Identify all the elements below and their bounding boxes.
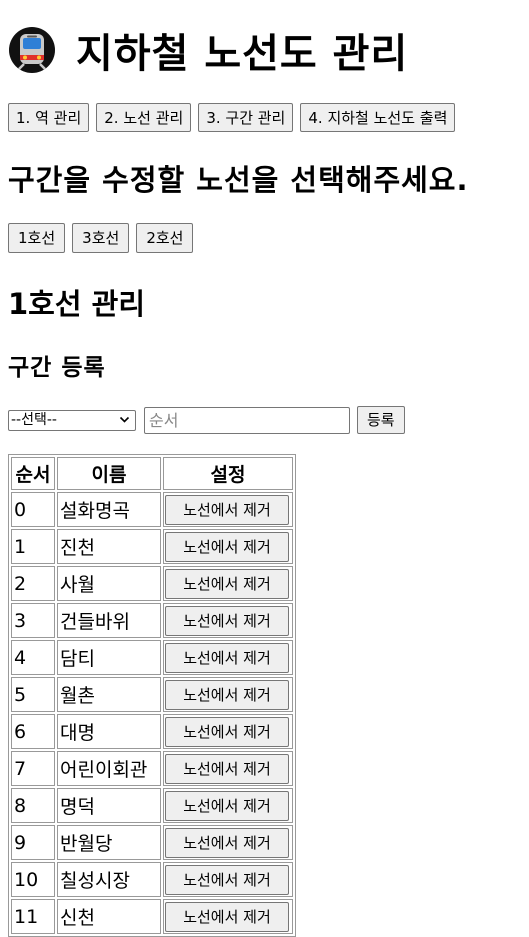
table-body: 0 설화명곡 노선에서 제거 1 진천 노선에서 제거 2 사월 노선에서 제거 3 건들바위 노선에…	[11, 492, 293, 934]
station-select-value: --선택--	[11, 411, 57, 428]
column-header-name: 이름	[57, 457, 161, 490]
row-station-name: 명덕	[57, 788, 161, 823]
main-menu: 1. 역 관리 2. 노선 관리 3. 구간 관리 4. 지하철 노선도 출력	[8, 103, 523, 132]
row-action-cell: 노선에서 제거	[163, 492, 293, 527]
remove-from-line-button[interactable]: 노선에서 제거	[165, 716, 289, 747]
table-row: 8 명덕 노선에서 제거	[11, 788, 293, 823]
row-action-cell: 노선에서 제거	[163, 603, 293, 638]
remove-from-line-button[interactable]: 노선에서 제거	[165, 494, 289, 525]
row-order: 9	[11, 825, 55, 860]
row-order: 7	[11, 751, 55, 786]
line-manage-button[interactable]: 2. 노선 관리	[96, 103, 192, 132]
row-station-name: 월촌	[57, 677, 161, 712]
remove-from-line-button[interactable]: 노선에서 제거	[165, 568, 289, 599]
row-action-cell: 노선에서 제거	[163, 566, 293, 601]
row-order: 2	[11, 566, 55, 601]
page-title: 지하철 노선도 관리	[76, 31, 409, 77]
remove-from-line-button[interactable]: 노선에서 제거	[165, 531, 289, 562]
row-station-name: 진천	[57, 529, 161, 564]
header: 지하철 노선도 관리	[8, 0, 523, 100]
table-row: 9 반월당 노선에서 제거	[11, 825, 293, 860]
remove-from-line-button[interactable]: 노선에서 제거	[165, 864, 289, 895]
line-selector: 1호선 3호선 2호선	[8, 223, 523, 253]
section-manage-button[interactable]: 3. 구간 관리	[198, 103, 294, 132]
page: 지하철 노선도 관리 1. 역 관리 2. 노선 관리 3. 구간 관리 4. …	[8, 0, 523, 937]
row-action-cell: 노선에서 제거	[163, 862, 293, 897]
table-row: 10 칠성시장 노선에서 제거	[11, 862, 293, 897]
train-icon	[8, 26, 56, 74]
section-register-heading: 구간 등록	[8, 355, 106, 381]
line-button-2[interactable]: 2호선	[136, 223, 194, 253]
table-row: 3 건들바위 노선에서 제거	[11, 603, 293, 638]
line-manage-heading: 1호선 관리	[8, 287, 145, 321]
register-button[interactable]: 등록	[357, 406, 405, 434]
row-station-name: 반월당	[57, 825, 161, 860]
line-button-1[interactable]: 1호선	[8, 223, 66, 253]
row-station-name: 어린이회관	[57, 751, 161, 786]
row-order: 8	[11, 788, 55, 823]
table-row: 2 사월 노선에서 제거	[11, 566, 293, 601]
line-button-3[interactable]: 3호선	[72, 223, 130, 253]
row-action-cell: 노선에서 제거	[163, 714, 293, 749]
row-order: 1	[11, 529, 55, 564]
row-station-name: 건들바위	[57, 603, 161, 638]
remove-from-line-button[interactable]: 노선에서 제거	[165, 642, 289, 673]
row-order: 3	[11, 603, 55, 638]
remove-from-line-button[interactable]: 노선에서 제거	[165, 827, 289, 858]
section-register-form: --선택-- 등록	[8, 406, 523, 434]
order-input[interactable]	[144, 406, 350, 434]
row-action-cell: 노선에서 제거	[163, 640, 293, 675]
table-header-row: 순서 이름 설정	[11, 457, 293, 490]
row-station-name: 설화명곡	[57, 492, 161, 527]
section-table: 순서 이름 설정 0 설화명곡 노선에서 제거 1 진천 노선에서 제거 2 사월 노선에서 제…	[8, 454, 296, 937]
remove-from-line-button[interactable]: 노선에서 제거	[165, 901, 289, 932]
select-line-heading: 구간을 수정할 노선을 선택해주세요.	[8, 163, 469, 197]
row-action-cell: 노선에서 제거	[163, 751, 293, 786]
column-header-order: 순서	[11, 457, 55, 490]
row-action-cell: 노선에서 제거	[163, 677, 293, 712]
station-select[interactable]: --선택--	[8, 409, 136, 431]
row-station-name: 담티	[57, 640, 161, 675]
row-order: 10	[11, 862, 55, 897]
row-action-cell: 노선에서 제거	[163, 788, 293, 823]
map-print-button[interactable]: 4. 지하철 노선도 출력	[300, 103, 456, 132]
remove-from-line-button[interactable]: 노선에서 제거	[165, 679, 289, 710]
table-row: 1 진천 노선에서 제거	[11, 529, 293, 564]
row-station-name: 칠성시장	[57, 862, 161, 897]
chevron-down-icon	[119, 416, 130, 423]
remove-from-line-button[interactable]: 노선에서 제거	[165, 790, 289, 821]
row-order: 4	[11, 640, 55, 675]
row-action-cell: 노선에서 제거	[163, 825, 293, 860]
column-header-setting: 설정	[163, 457, 293, 490]
station-manage-button[interactable]: 1. 역 관리	[8, 103, 90, 132]
table-row: 4 담티 노선에서 제거	[11, 640, 293, 675]
remove-from-line-button[interactable]: 노선에서 제거	[165, 753, 289, 784]
row-order: 0	[11, 492, 55, 527]
table-row: 0 설화명곡 노선에서 제거	[11, 492, 293, 527]
table-row: 6 대명 노선에서 제거	[11, 714, 293, 749]
table-row: 5 월촌 노선에서 제거	[11, 677, 293, 712]
row-order: 5	[11, 677, 55, 712]
remove-from-line-button[interactable]: 노선에서 제거	[165, 605, 289, 636]
table-row: 7 어린이회관 노선에서 제거	[11, 751, 293, 786]
row-station-name: 대명	[57, 714, 161, 749]
row-action-cell: 노선에서 제거	[163, 529, 293, 564]
row-station-name: 사월	[57, 566, 161, 601]
row-order: 6	[11, 714, 55, 749]
